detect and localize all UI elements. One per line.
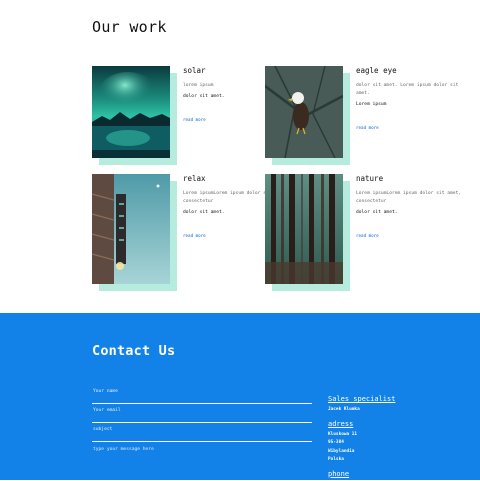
contact-info: Sales specialist Jacek Klumka adress Klu… (328, 395, 448, 481)
contact-section: Contact Us Your name Your email subject … (0, 313, 480, 480)
neon-sign-photo[interactable] (92, 174, 170, 284)
address-line-2: 95-384 (328, 440, 344, 445)
email-placeholder: Your email (93, 408, 121, 413)
work-card-solar: solar lorem ipsum dolor sit amet. read m… (92, 66, 262, 186)
card-title: eagle eye (356, 66, 397, 75)
section-title-our-work: Our work (92, 18, 167, 36)
address-line-1: Kluskowa 11 (328, 431, 358, 437)
address-line-3: Wibylandia (328, 448, 355, 454)
read-more-link[interactable]: read more (356, 125, 379, 130)
phone-heading[interactable]: phone (328, 470, 448, 478)
sales-specialist-name: Jacek Klumka (328, 407, 360, 412)
read-more-link[interactable]: read more (356, 233, 379, 238)
subject-field[interactable]: subject (92, 423, 312, 442)
address-line-4: Polska (328, 457, 344, 462)
card-text: eagle eye dolor sit amet. Lorem ipsum do… (356, 66, 466, 133)
address-heading[interactable]: adress (328, 420, 448, 428)
card-description-2: dolor sit amet. (356, 210, 398, 215)
subject-placeholder: subject (93, 427, 113, 432)
card-description: dolor sit amet. Lorem ipsum dolor sit am… (356, 83, 459, 96)
work-card-eagle-eye: eagle eye dolor sit amet. Lorem ipsum do… (265, 66, 458, 186)
misty-forest-photo[interactable] (265, 174, 343, 284)
sales-specialist-heading[interactable]: Sales specialist (328, 395, 448, 403)
section-title-contact-us: Contact Us (92, 343, 176, 359)
bald-eagle-photo[interactable] (265, 66, 343, 158)
read-more-link[interactable]: read more (183, 233, 206, 238)
aurora-lake-photo[interactable] (92, 66, 170, 158)
card-text: nature Lorem ipsumLorem ipsum dolor sit … (356, 174, 466, 241)
message-field[interactable]: type your message here (93, 447, 154, 452)
work-card-nature: nature Lorem ipsumLorem ipsum dolor sit … (265, 174, 461, 294)
read-more-link[interactable]: read more (183, 117, 206, 122)
card-description-2: Lorem ipsum (356, 102, 387, 107)
name-placeholder: Your name (93, 389, 118, 394)
card-title: nature (356, 174, 384, 183)
work-card-relax: relax Lorem ipsumLorem ipsum dolor sit a… (92, 174, 288, 294)
card-description: Lorem ipsumLorem ipsum dolor sit amet, c… (356, 191, 462, 204)
email-field[interactable]: Your email (92, 404, 312, 423)
name-field[interactable]: Your name (92, 385, 312, 404)
